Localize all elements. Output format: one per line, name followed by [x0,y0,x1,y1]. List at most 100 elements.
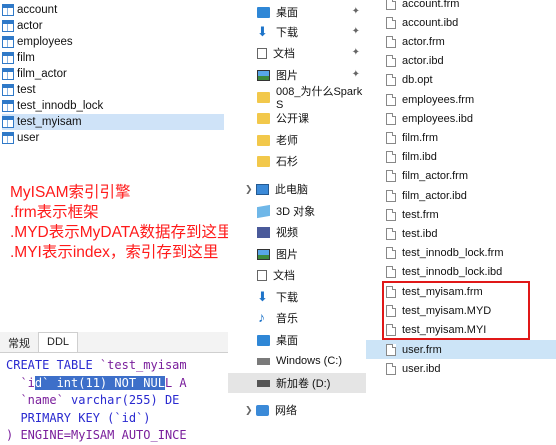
nav-item-folder-teacher[interactable]: 老师 [228,130,366,150]
chevron-right-icon[interactable]: ❯ [245,405,253,416]
file-item[interactable]: film_actor.ibd [366,186,556,205]
nav-item-3d-objects[interactable]: 3D 对象 [228,201,366,221]
table-item-label: employees [17,36,73,48]
file-item[interactable]: employees.ibd [366,109,556,128]
file-icon [386,362,396,375]
file-item[interactable]: test_innodb_lock.frm [366,243,556,262]
file-item[interactable]: test_myisam.MYD [366,301,556,320]
nav-item-network[interactable]: ❯ 网络 [228,400,366,420]
nav-item-videos[interactable]: 视频 [228,222,366,242]
chevron-down-icon[interactable]: ❯ [245,184,253,195]
folder-icon [257,134,270,146]
file-item[interactable]: employees.frm [366,90,556,109]
pin-icon: ✦ [351,47,360,58]
document-icon [257,47,267,59]
file-item[interactable]: film.frm [366,128,556,147]
ddl-line-4: PRIMARY KEY (`id`) [6,410,151,425]
nav-item-documents[interactable]: 文档 [228,265,366,285]
download-icon [257,24,270,40]
video-icon [257,226,270,238]
file-icon [386,169,396,182]
file-item[interactable]: account.ibd [366,13,556,32]
file-icon [386,35,396,48]
ddl-line-5: ) ENGINE=MyISAM AUTO_INCE [6,428,187,442]
table-item-label: film [17,52,35,64]
file-item[interactable]: film_actor.frm [366,166,556,185]
table-item-film-actor[interactable]: film_actor [2,66,224,82]
table-icon [2,20,14,32]
file-item[interactable]: user.ibd [366,359,556,378]
file-icon [386,150,396,163]
table-item-label: test_innodb_lock [17,100,104,112]
table-item-film[interactable]: film [2,50,224,66]
file-icon [386,0,396,10]
nav-item-this-pc[interactable]: ❯ 此电脑 [228,179,366,199]
nav-item-drive-c[interactable]: Windows (C:) [228,351,366,371]
table-item-actor[interactable]: actor [2,18,224,34]
file-item[interactable]: test.ibd [366,224,556,243]
download-icon [257,289,270,305]
table-item-test[interactable]: test [2,82,224,98]
file-icon [386,304,396,317]
file-item[interactable]: account.frm [366,0,556,13]
folder-icon [257,91,270,103]
table-icon [2,36,14,48]
nav-item-pictures-pinned[interactable]: 图片 ✦ [228,65,366,85]
nav-item-music[interactable]: 音乐 [228,308,366,328]
nav-item-desktop-pinned[interactable]: 桌面 ✦ [228,2,366,22]
file-icon [386,73,396,86]
table-icon [2,84,14,96]
desktop-icon [257,6,270,18]
nav-item-pictures[interactable]: 图片 [228,244,366,264]
table-item-account[interactable]: account [2,2,224,18]
table-list: account actor employees film film_actor … [2,2,224,146]
table-icon [2,52,14,64]
file-icon [386,112,396,125]
annotation-line: .MYI表示index，索引存到这里 [10,244,219,261]
nav-item-downloads-pinned[interactable]: 下载✦ [228,22,366,42]
nav-item-folder-shishan[interactable]: 石杉 [228,151,366,171]
document-icon [257,269,267,281]
table-icon [2,100,14,112]
file-item[interactable]: actor.ibd [366,51,556,70]
ddl-line-3: `name` varchar(255) DE [6,393,180,407]
file-item-selected[interactable]: user.frm [366,340,556,359]
file-icon [386,16,396,29]
file-icon [386,54,396,67]
music-icon [257,309,270,325]
file-icon [386,131,396,144]
file-item[interactable]: actor.frm [366,32,556,51]
table-item-employees[interactable]: employees [2,34,224,50]
annotation-line: MyISAM索引引擎 [10,184,131,201]
file-item[interactable]: test_myisam.frm [366,282,556,301]
nav-item-folder-008[interactable]: 008_为什么Spark S [228,86,366,111]
explorer-nav-pane: 桌面✦ 下载✦ 文档✦ 图片✦ 008_为什么Spark S 公开课 老师 石杉… [228,0,366,443]
file-item[interactable]: test_myisam.MYI [366,320,556,339]
table-item-test-innodb-lock[interactable]: test_innodb_lock [2,98,224,114]
nav-item-downloads[interactable]: 下载 [228,287,366,307]
table-icon [2,68,14,80]
folder-icon [257,112,270,124]
file-icon [386,189,396,202]
ddl-code[interactable]: CREATE TABLE `test_myisam `id` int(11) N… [6,357,187,445]
table-icon [2,4,14,16]
file-item[interactable]: film.ibd [366,147,556,166]
file-icon [386,285,396,298]
table-item-test-myisam[interactable]: test_myisam [2,114,224,130]
nav-item-folder-public-class[interactable]: 公开课 [228,108,366,128]
nav-item-drive-d[interactable]: 新加卷 (D:) [228,373,366,393]
file-item[interactable]: db.opt [366,70,556,89]
annotation-line: .MYD表示MyDATA数据存到这里 [10,224,233,241]
file-item[interactable]: test_innodb_lock.ibd [366,262,556,281]
picture-icon [257,248,270,260]
tab-general[interactable]: 常规 [0,332,38,352]
file-list: account.frm account.ibd actor.frm actor.… [366,0,556,443]
table-item-user[interactable]: user [2,130,224,146]
file-item[interactable]: test.frm [366,205,556,224]
annotation-line: .frm表示框架 [10,204,99,221]
nav-item-documents-pinned[interactable]: 文档 ✦ [228,43,366,63]
nav-item-desktop[interactable]: 桌面 [228,330,366,350]
tab-ddl[interactable]: DDL [38,332,79,352]
computer-icon [256,183,269,195]
table-item-label: test [17,84,36,96]
